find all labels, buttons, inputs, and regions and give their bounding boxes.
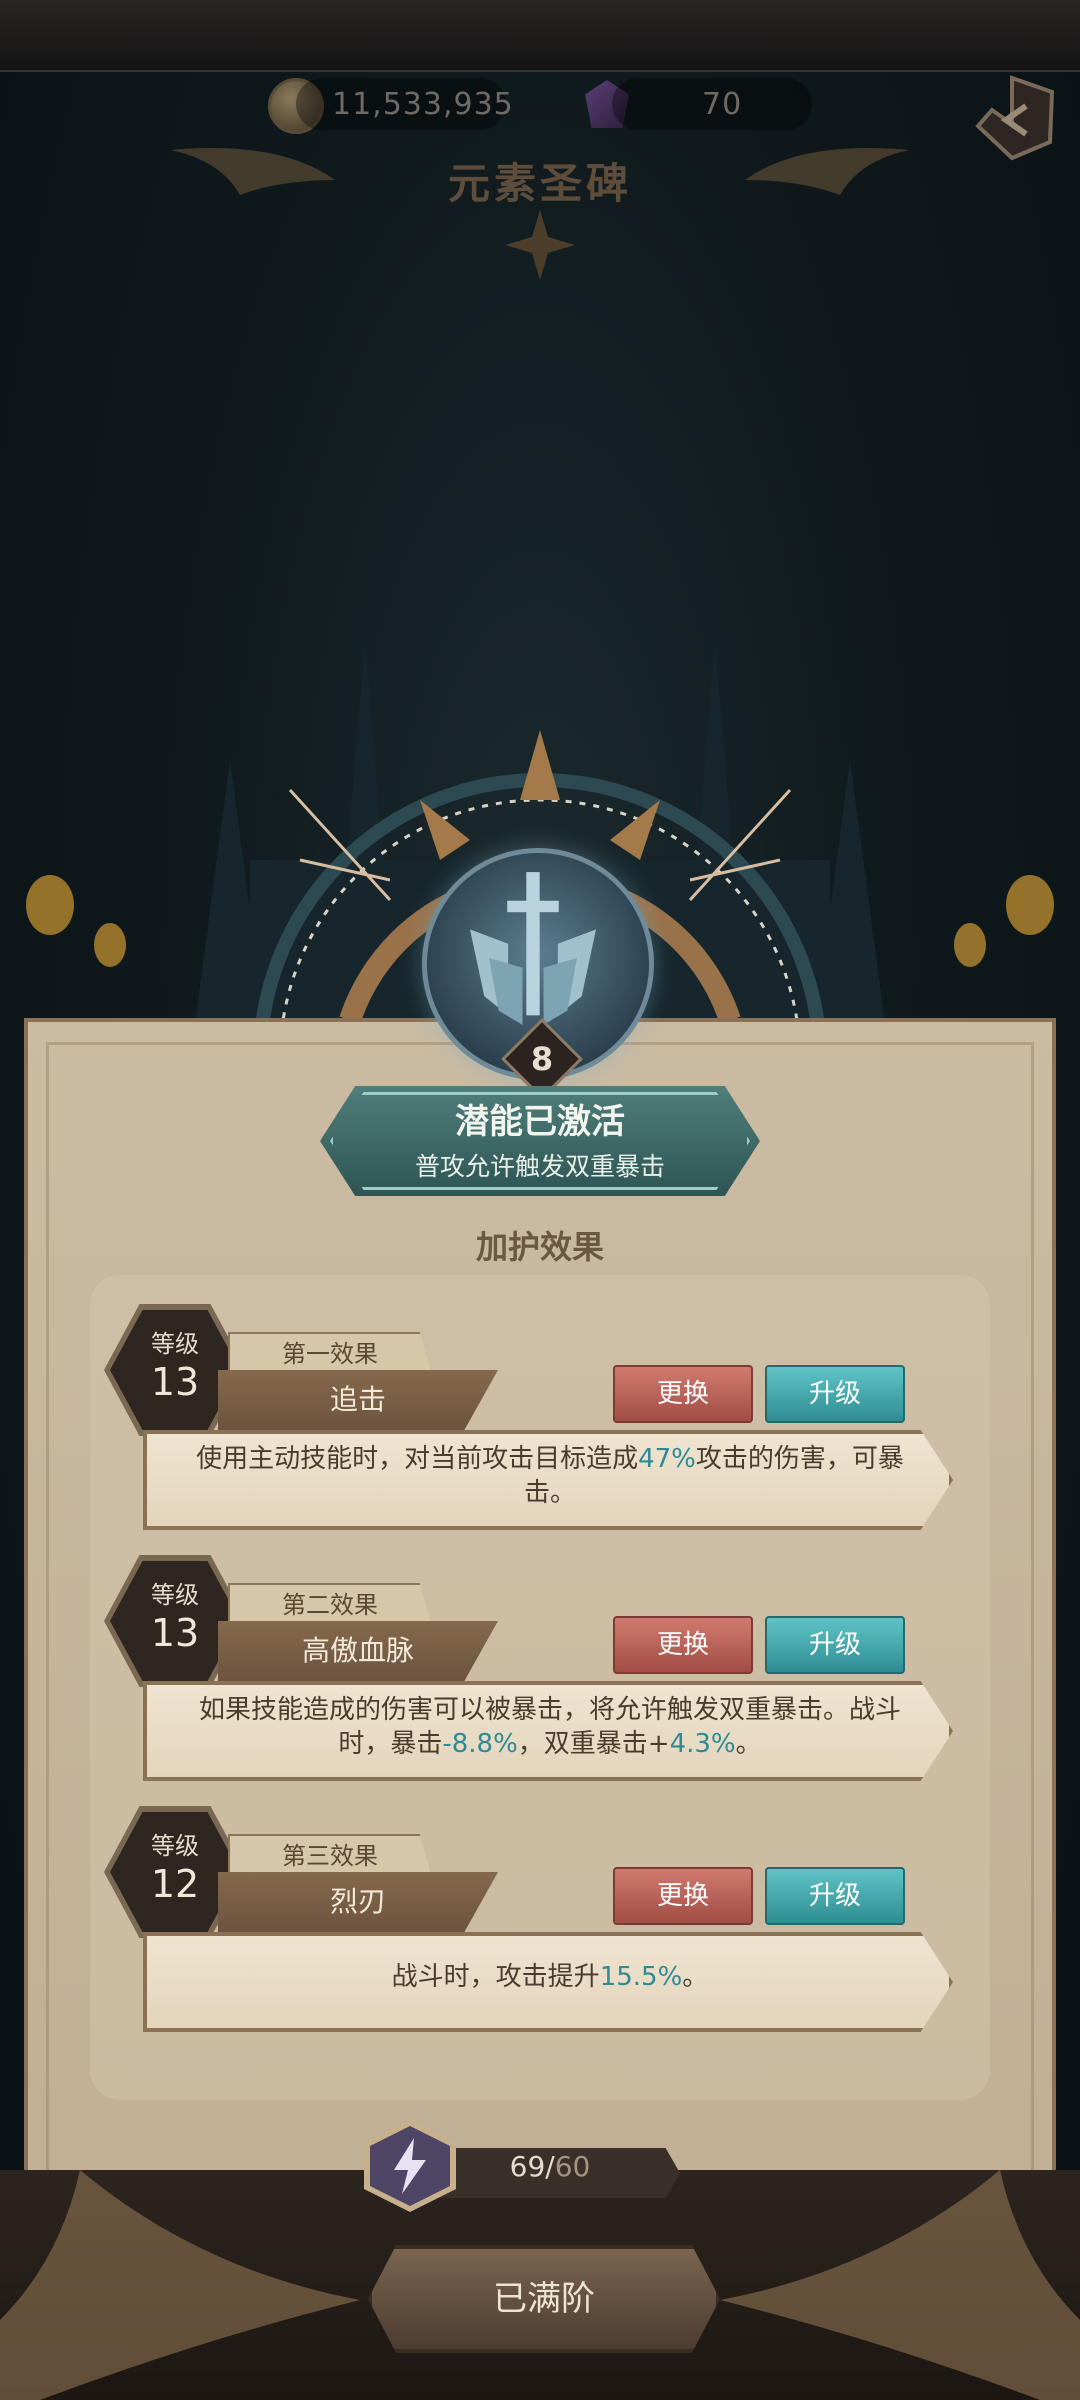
upgrade-button[interactable]: 升级 — [765, 1616, 905, 1674]
effect-card-2: 等级 13 第二效果 高傲血脉 更换 升级 如果技能造成的伤害可以被暴击，将允许… — [100, 1541, 980, 1791]
effect-description: 使用主动技能时，对当前攻击目标造成47%攻击的伤害，可暴击。 — [180, 1442, 920, 1510]
effect-name: 追击 — [218, 1370, 498, 1430]
desc-highlight: 4.3% — [669, 1729, 736, 1759]
energy-text: 69/60 — [509, 2150, 591, 2183]
upgrade-button[interactable]: 升级 — [765, 1867, 905, 1925]
emblem-level: 8 — [530, 1040, 554, 1078]
desc-highlight: 15.5% — [599, 1962, 683, 1992]
effect-card-1: 等级 13 第一效果 追击 更换 升级 使用主动技能时，对当前攻击目标造成47%… — [100, 1290, 980, 1540]
upgrade-button[interactable]: 升级 — [765, 1365, 905, 1423]
effect-description: 如果技能造成的伤害可以被暴击，将允许触发双重暴击。战斗时，暴击-8.8%，双重暴… — [180, 1693, 920, 1761]
level-label: 等级 — [151, 1581, 199, 1609]
effect-slot: 第二效果 — [228, 1583, 432, 1627]
top-bar — [0, 0, 1080, 72]
page-title: 元素圣碑 — [447, 159, 632, 208]
effect-slot: 第三效果 — [228, 1834, 432, 1878]
gem-value: 70 — [702, 86, 743, 122]
energy-max: 60 — [554, 2150, 591, 2183]
desc-highlight: -8.8% — [442, 1729, 518, 1759]
swap-button[interactable]: 更换 — [613, 1616, 753, 1674]
max-rank-button[interactable]: 已满阶 — [368, 2245, 720, 2353]
section-title: 加护效果 — [475, 1228, 604, 1266]
desc-text: 使用主动技能时，对当前攻击目标造成 — [196, 1444, 639, 1474]
swap-button[interactable]: 更换 — [613, 1365, 753, 1423]
effect-card-3: 等级 12 第三效果 烈刃 更换 升级 战斗时，攻击提升15.5%。 — [100, 1792, 980, 2042]
back-arrow-icon[interactable] — [972, 72, 1056, 162]
activation-title: 潜能已激活 — [455, 1102, 625, 1142]
swap-button[interactable]: 更换 — [613, 1867, 753, 1925]
level-label: 等级 — [151, 1832, 199, 1860]
energy-current: 69 — [509, 2150, 546, 2183]
star-ornament — [505, 210, 575, 280]
gold-counter: 11,533,935 — [296, 78, 513, 130]
effect-name: 高傲血脉 — [218, 1621, 498, 1681]
desc-text: 战斗时，攻击提升 — [391, 1962, 600, 1992]
effect-name: 烈刃 — [218, 1872, 498, 1932]
gold-value: 11,533,935 — [332, 86, 514, 122]
effect-description: 战斗时，攻击提升15.5%。 — [180, 1960, 920, 1994]
desc-text: 。 — [735, 1729, 762, 1759]
activation-subtitle: 普攻允许触发双重暴击 — [414, 1152, 665, 1181]
gem-counter: 70 — [612, 78, 812, 130]
level-label: 等级 — [151, 1330, 199, 1358]
desc-text: 。 — [682, 1962, 709, 1992]
desc-text: ，双重暴击+ — [517, 1729, 670, 1759]
effect-slot: 第一效果 — [228, 1332, 432, 1376]
desc-highlight: 47% — [638, 1444, 696, 1474]
